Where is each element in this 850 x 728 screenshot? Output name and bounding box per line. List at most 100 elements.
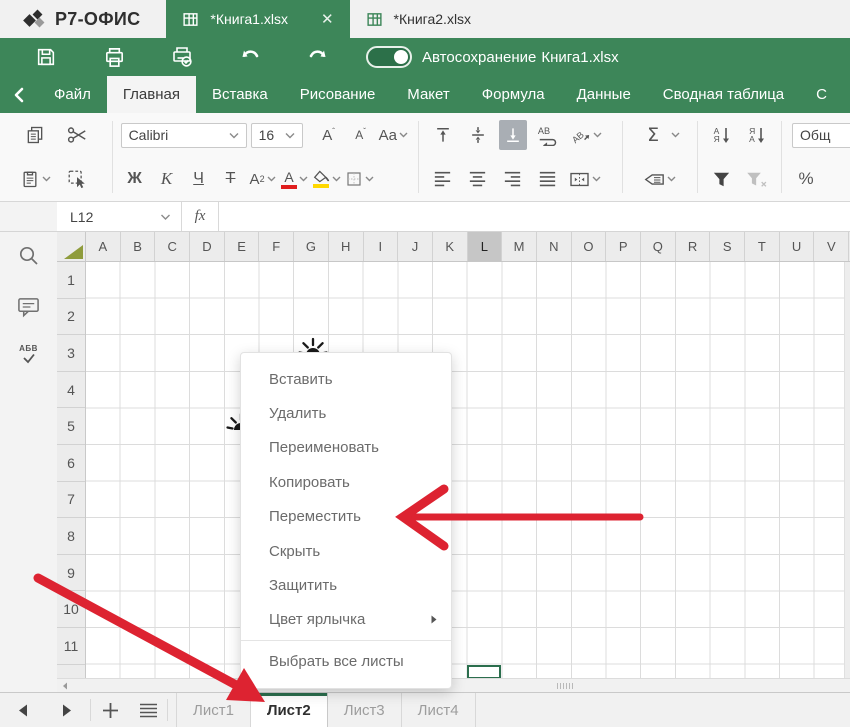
italic-button[interactable]: К: [153, 164, 181, 194]
menu-tab[interactable]: Вставка: [196, 76, 284, 113]
save-button[interactable]: [12, 38, 80, 76]
row-header[interactable]: 8: [57, 518, 85, 555]
redo-button[interactable]: [284, 38, 352, 76]
menu-tab[interactable]: Данные: [561, 76, 647, 113]
column-header[interactable]: G: [294, 232, 329, 261]
column-header[interactable]: B: [121, 232, 156, 261]
context-menu-item-tab-color[interactable]: Цвет ярлычка: [241, 603, 451, 637]
row-header[interactable]: 10: [57, 591, 85, 628]
clear-filter-button[interactable]: [743, 164, 771, 194]
underline-button[interactable]: Ч: [185, 164, 213, 194]
row-header[interactable]: 3: [57, 335, 85, 372]
prev-sheet-button[interactable]: [0, 693, 45, 727]
comments-icon[interactable]: [16, 295, 41, 318]
subscript-button[interactable]: A2: [249, 164, 277, 194]
named-ranges-button[interactable]: [643, 164, 676, 194]
number-format-combo[interactable]: Общ: [792, 123, 850, 148]
add-sheet-button[interactable]: [91, 693, 129, 727]
context-menu-item[interactable]: Удалить: [241, 396, 451, 430]
change-case-button[interactable]: Aa: [379, 120, 408, 150]
context-menu-item[interactable]: Защитить: [241, 568, 451, 602]
context-menu-item[interactable]: Копировать: [241, 465, 451, 499]
align-right-button[interactable]: [499, 164, 527, 194]
row-header[interactable]: 9: [57, 555, 85, 592]
row-header[interactable]: 2: [57, 299, 85, 336]
sheet-tab[interactable]: Лист3: [328, 693, 402, 727]
font-name-combo[interactable]: Calibri: [121, 123, 247, 148]
menu-tab[interactable]: Главная: [107, 76, 196, 113]
column-header[interactable]: L: [468, 232, 503, 261]
sort-ascending-button[interactable]: АЯ: [708, 120, 736, 150]
menu-tab[interactable]: Рисование: [284, 76, 392, 113]
sheet-list-button[interactable]: [129, 693, 167, 727]
align-center-button[interactable]: [464, 164, 492, 194]
sheet-tab[interactable]: Лист4: [402, 693, 476, 727]
text-orientation-button[interactable]: АВ: [569, 120, 602, 150]
fill-color-button[interactable]: [313, 164, 341, 194]
autosave-toggle[interactable]: [366, 46, 412, 68]
column-header[interactable]: Q: [641, 232, 676, 261]
copy-button[interactable]: [21, 120, 49, 150]
menu-tab[interactable]: Формула: [466, 76, 561, 113]
column-header[interactable]: T: [745, 232, 780, 261]
print-button[interactable]: [80, 38, 148, 76]
column-header[interactable]: D: [190, 232, 225, 261]
document-tab[interactable]: *Книга2.xlsx ✕: [350, 0, 488, 38]
menu-tab[interactable]: Макет: [391, 76, 465, 113]
increase-font-button[interactable]: Аˆ: [315, 120, 343, 150]
vertical-scrollbar[interactable]: [844, 262, 850, 678]
column-header[interactable]: R: [676, 232, 711, 261]
justify-button[interactable]: [534, 164, 562, 194]
select-all-button[interactable]: [57, 232, 86, 261]
font-color-button[interactable]: A: [281, 164, 309, 194]
row-header[interactable]: 7: [57, 482, 85, 519]
column-header[interactable]: F: [259, 232, 294, 261]
column-header[interactable]: C: [155, 232, 190, 261]
merge-cells-button[interactable]: [569, 164, 601, 194]
spellcheck-icon[interactable]: АБВ: [19, 345, 38, 364]
decrease-font-button[interactable]: Аˇ: [347, 120, 375, 150]
context-menu-item[interactable]: Скрыть: [241, 534, 451, 568]
align-middle-button[interactable]: [464, 120, 492, 150]
menu-tab[interactable]: Сводная таблица: [647, 76, 800, 113]
sort-descending-button[interactable]: ЯА: [743, 120, 771, 150]
column-header[interactable]: H: [329, 232, 364, 261]
collapse-ribbon-button[interactable]: [0, 76, 38, 113]
document-tab[interactable]: *Книга1.xlsx ✕: [166, 0, 349, 38]
sheet-tab[interactable]: Лист1: [176, 693, 251, 727]
column-header[interactable]: K: [433, 232, 468, 261]
column-header[interactable]: P: [606, 232, 641, 261]
scroll-left-icon[interactable]: [57, 682, 73, 690]
context-menu-item[interactable]: Переименовать: [241, 431, 451, 465]
font-size-combo[interactable]: 16: [251, 123, 303, 148]
column-header[interactable]: V: [814, 232, 849, 261]
column-header[interactable]: E: [225, 232, 260, 261]
wrap-text-button[interactable]: АВ: [534, 120, 562, 150]
column-header[interactable]: I: [364, 232, 399, 261]
paste-button[interactable]: [20, 164, 51, 194]
column-header[interactable]: S: [710, 232, 745, 261]
row-header[interactable]: 6: [57, 445, 85, 482]
menu-tab[interactable]: Файл: [38, 76, 107, 113]
cells-canvas[interactable]: [86, 262, 850, 678]
bold-button[interactable]: Ж: [121, 164, 149, 194]
search-icon[interactable]: [17, 244, 41, 268]
align-top-button[interactable]: [429, 120, 457, 150]
insert-function-button[interactable]: fx: [182, 202, 219, 231]
column-header[interactable]: M: [502, 232, 537, 261]
horizontal-scrollbar[interactable]: [57, 678, 850, 692]
row-header[interactable]: 5: [57, 408, 85, 445]
autosum-button[interactable]: Σ: [639, 120, 667, 150]
context-menu-item-select-all[interactable]: Выбрать все листы: [241, 644, 451, 678]
column-header[interactable]: A: [86, 232, 121, 261]
percent-style-button[interactable]: %: [792, 164, 820, 194]
row-header[interactable]: 1: [57, 262, 85, 299]
formula-input[interactable]: [219, 202, 850, 231]
row-header[interactable]: 11: [57, 628, 85, 665]
context-menu-item[interactable]: Переместить: [241, 500, 451, 534]
close-icon[interactable]: ✕: [321, 12, 334, 27]
select-button[interactable]: [63, 164, 91, 194]
cut-button[interactable]: [63, 120, 91, 150]
column-header[interactable]: U: [780, 232, 815, 261]
cell-name-box[interactable]: L12: [57, 202, 182, 231]
